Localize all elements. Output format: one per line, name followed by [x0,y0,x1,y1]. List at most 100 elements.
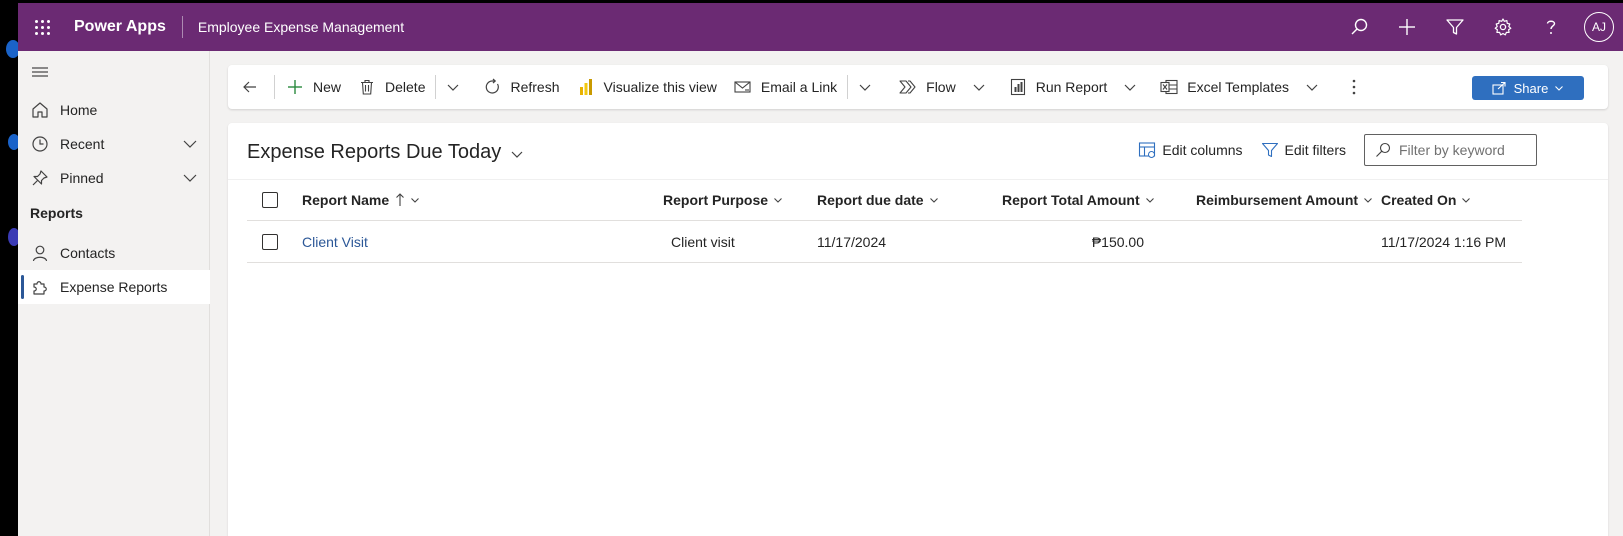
chevron-down-icon [929,195,939,205]
clock-icon [30,134,50,154]
sidebar-item-label: Pinned [60,170,104,186]
sidebar-item-contacts[interactable]: Contacts [18,236,210,270]
edit-filters-label: Edit filters [1284,142,1346,158]
arrow-left-icon [243,81,256,93]
excel-templates-button[interactable]: Excel Templates [1151,65,1297,109]
flow-icon [898,77,918,97]
refresh-button[interactable]: Refresh [474,65,567,109]
column-header-label: Report Purpose [663,192,769,208]
edit-columns-icon [1138,141,1156,159]
brand-name[interactable]: Power Apps [74,16,183,38]
email-link-button[interactable]: Email a Link [725,65,845,109]
sidebar-item-label: Home [60,102,98,118]
chevron-down-icon[interactable] [182,136,198,155]
new-record-button[interactable]: New [277,65,349,109]
sidebar-group-title: Reports [30,205,83,221]
flow-button[interactable]: Flow [890,65,964,109]
search-icon [1375,142,1391,158]
refresh-label: Refresh [510,79,560,95]
keyword-search-field[interactable] [1399,142,1529,158]
trash-icon [357,77,377,97]
column-header-reimbursement-amount[interactable]: Reimbursement Amount [1196,179,1373,221]
background-window-edge [0,0,20,536]
column-header-label: Report due date [817,192,924,208]
more-commands-chevron[interactable] [438,65,468,109]
sort-ascending-icon [395,193,405,207]
help-icon [1546,20,1556,34]
sidebar-item-pinned[interactable]: Pinned [18,161,210,195]
power-bi-icon [576,77,596,97]
visualize-view-button[interactable]: Visualize this view [568,65,725,109]
table-row[interactable]: Client Visit Client visit 11/17/2024 ₱15… [247,221,1522,263]
column-header-created-on[interactable]: Created On [1381,179,1471,221]
flow-chevron[interactable] [964,65,994,109]
filter-icon [1261,141,1279,159]
sitemap-sidebar: Home Recent Pinned Reports Contacts Expe… [18,51,210,536]
hamburger-icon [32,67,48,77]
sidebar-item-label: Contacts [60,245,116,261]
chevron-down-icon [1306,84,1318,91]
sidebar-item-label: Recent [60,136,105,152]
share-button[interactable]: Share [1472,76,1584,100]
chevron-down-icon[interactable] [182,170,198,189]
app-header: Power Apps Employee Expense Management A… [18,3,1623,51]
flow-label: Flow [926,79,956,95]
refresh-icon [482,77,502,97]
email-link-icon [733,77,753,97]
delete-button[interactable]: Delete [349,65,433,109]
column-header-report-purpose[interactable]: Report Purpose [663,179,783,221]
app-title[interactable]: Employee Expense Management [198,19,404,35]
person-icon [30,243,50,263]
run-report-button[interactable]: Run Report [1000,65,1116,109]
view-panel: Expense Reports Due Today Edit columns E… [228,123,1608,536]
share-icon [1492,81,1507,95]
filter-by-keyword-input[interactable] [1364,134,1537,166]
puzzle-icon [30,277,50,297]
sidebar-item-home[interactable]: Home [18,93,210,127]
back-button[interactable] [228,65,272,109]
chevron-down-icon [1145,195,1155,205]
new-button[interactable] [1383,3,1431,51]
chevron-down-icon [1554,83,1564,93]
run-report-chevron[interactable] [1115,65,1145,109]
divider [274,75,275,99]
created-on-cell: 11/17/2024 1:16 PM [1381,234,1507,250]
excel-templates-chevron[interactable] [1297,65,1327,109]
column-header-label: Report Total Amount [1002,192,1140,208]
more-options-button[interactable] [1339,65,1369,109]
sidebar-item-label: Expense Reports [60,279,168,295]
app-launcher-button[interactable] [18,3,66,51]
chevron-down-icon [773,195,783,205]
email-options-chevron[interactable] [850,65,880,109]
edit-columns-button[interactable]: Edit columns [1138,141,1243,159]
column-header-report-name[interactable]: Report Name [302,179,420,221]
view-selector[interactable]: Expense Reports Due Today [247,141,524,164]
settings-button[interactable] [1479,3,1527,51]
collapse-nav-button[interactable] [32,65,48,82]
user-avatar[interactable]: AJ [1584,12,1614,42]
grid-header-row: Report Name Report Purpose Report due da… [247,179,1522,221]
column-header-label: Reimbursement Amount [1196,192,1359,208]
more-vertical-icon [1352,79,1356,95]
chevron-down-icon [1124,84,1136,91]
column-header-report-total-amount[interactable]: Report Total Amount [1002,179,1155,221]
sidebar-item-recent[interactable]: Recent [18,127,210,161]
help-button[interactable] [1527,3,1575,51]
gear-icon [1494,18,1512,36]
search-button[interactable] [1335,3,1383,51]
page-title: Expense Reports Due Today [247,141,502,163]
plus-icon [1399,19,1415,35]
delete-label: Delete [385,79,426,95]
report-purpose-cell: Client visit [671,234,735,250]
chevron-down-icon [1363,195,1373,205]
column-header-report-due-date[interactable]: Report due date [817,179,939,221]
filter-button[interactable] [1431,3,1479,51]
row-select-checkbox[interactable] [262,221,278,263]
select-all-checkbox[interactable] [262,179,278,221]
sidebar-item-expense-reports[interactable]: Expense Reports [18,270,210,304]
excel-templates-label: Excel Templates [1187,79,1289,95]
chevron-down-icon [510,147,524,161]
report-name-link[interactable]: Client Visit [302,221,368,263]
edit-filters-button[interactable]: Edit filters [1261,141,1346,159]
chevron-down-icon [859,84,871,91]
